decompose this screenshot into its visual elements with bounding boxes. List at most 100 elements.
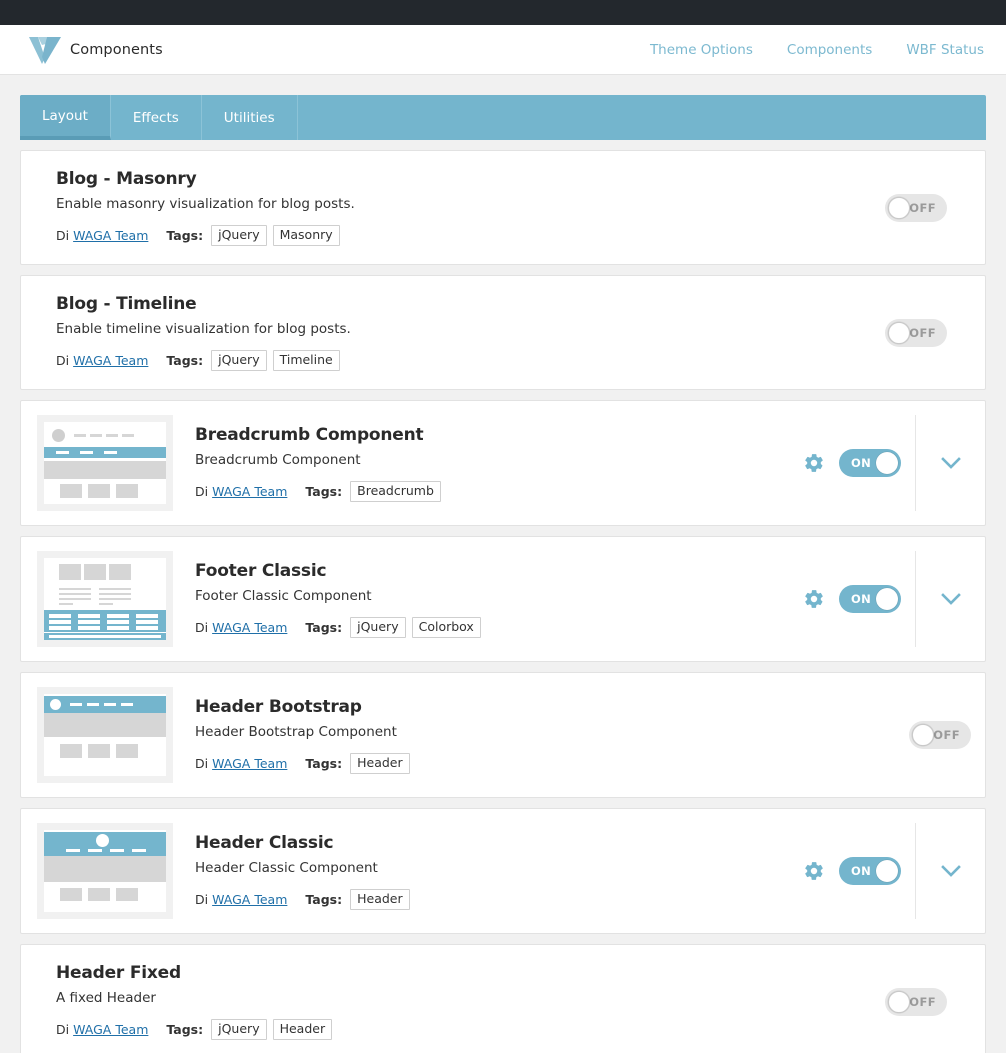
- thumbnail-column: [21, 823, 175, 919]
- brand-header: Components Theme Options Components WBF …: [0, 25, 1006, 75]
- toggle-state-label: OFF: [909, 200, 936, 215]
- author-prefix: Di: [56, 1022, 70, 1037]
- component-title: Header Bootstrap: [195, 697, 362, 717]
- tag-chip[interactable]: jQuery: [211, 350, 267, 371]
- component-description: Header Bootstrap Component: [195, 724, 397, 740]
- thumbnail-preview-footer: [44, 558, 166, 640]
- component-controls: ON: [803, 823, 915, 919]
- component-toggle[interactable]: ON: [839, 449, 901, 477]
- tab-bar: Layout Effects Utilities: [20, 95, 986, 140]
- toggle-knob: [876, 452, 898, 474]
- component-description: Enable masonry visualization for blog po…: [56, 196, 355, 212]
- thumbnail-column: [21, 687, 175, 783]
- component-info: Footer Classic Footer Classic Component …: [175, 551, 803, 647]
- component-thumbnail: [37, 687, 173, 783]
- tag-chip[interactable]: jQuery: [350, 617, 406, 638]
- tag-chip[interactable]: jQuery: [211, 225, 267, 246]
- tag-chip[interactable]: Header: [350, 753, 410, 774]
- component-meta: Di WAGA Team Tags: jQuery Header: [56, 1019, 875, 1040]
- author-link[interactable]: WAGA Team: [212, 756, 287, 771]
- component-description: Breadcrumb Component: [195, 452, 361, 468]
- tag-chip[interactable]: Breadcrumb: [350, 481, 441, 502]
- tag-chip[interactable]: Header: [350, 889, 410, 910]
- component-thumbnail: [37, 551, 173, 647]
- author-link[interactable]: WAGA Team: [212, 484, 287, 499]
- expand-row-button[interactable]: [915, 823, 985, 919]
- tags-label: Tags:: [305, 892, 343, 907]
- component-info: Header Bootstrap Header Bootstrap Compon…: [175, 687, 909, 783]
- component-controls: OFF: [885, 963, 965, 1040]
- tag-chip[interactable]: Masonry: [272, 225, 340, 246]
- component-card: Footer Classic Footer Classic Component …: [20, 536, 986, 662]
- component-title: Header Fixed: [56, 963, 181, 983]
- tab-layout[interactable]: Layout: [20, 95, 111, 140]
- component-list: Blog - Masonry Enable masonry visualizat…: [20, 150, 986, 1053]
- component-meta: Di WAGA Team Tags: Header: [195, 889, 793, 910]
- tag-chip[interactable]: jQuery: [211, 1019, 267, 1040]
- component-info: Blog - Masonry Enable masonry visualizat…: [36, 169, 885, 246]
- tab-utilities[interactable]: Utilities: [202, 95, 298, 140]
- author-link[interactable]: WAGA Team: [73, 228, 148, 243]
- author-prefix: Di: [195, 756, 209, 771]
- toggle-knob: [888, 196, 910, 219]
- expand-row-button[interactable]: [915, 551, 985, 647]
- thumbnail-preview-header-left: [44, 694, 166, 776]
- component-controls: ON: [803, 415, 915, 511]
- component-toggle[interactable]: ON: [839, 585, 901, 613]
- tag-chip[interactable]: Timeline: [272, 350, 340, 371]
- component-description: Footer Classic Component: [195, 588, 372, 604]
- toggle-knob: [888, 321, 910, 344]
- component-title: Breadcrumb Component: [195, 425, 424, 445]
- nav-link-wbf-status[interactable]: WBF Status: [906, 42, 984, 58]
- author-link[interactable]: WAGA Team: [212, 892, 287, 907]
- gear-icon[interactable]: [803, 588, 825, 610]
- tab-effects[interactable]: Effects: [111, 95, 202, 140]
- component-toggle[interactable]: OFF: [909, 721, 971, 749]
- tags-label: Tags:: [305, 756, 343, 771]
- component-thumbnail: [37, 415, 173, 511]
- author-link[interactable]: WAGA Team: [73, 1022, 148, 1037]
- tag-chip[interactable]: Header: [272, 1019, 333, 1040]
- component-info: Breadcrumb Component Breadcrumb Componen…: [175, 415, 803, 511]
- component-card: Header Classic Header Classic Component …: [20, 808, 986, 934]
- component-title: Header Classic: [195, 833, 334, 853]
- expand-row-button[interactable]: [915, 415, 985, 511]
- author-link[interactable]: WAGA Team: [212, 620, 287, 635]
- component-title: Blog - Timeline: [56, 294, 197, 314]
- component-card: Blog - Masonry Enable masonry visualizat…: [20, 150, 986, 265]
- wp-admin-bar: [0, 0, 1006, 25]
- toggle-knob: [876, 588, 898, 610]
- toggle-state-label: ON: [851, 864, 872, 878]
- component-meta: Di WAGA Team Tags: jQuery Masonry: [56, 225, 875, 246]
- toggle-state-label: OFF: [909, 325, 936, 340]
- page-content: Layout Effects Utilities Blog - Masonry …: [0, 75, 1006, 1053]
- component-thumbnail: [37, 823, 173, 919]
- author-prefix: Di: [195, 892, 209, 907]
- chevron-down-icon: [940, 865, 961, 877]
- component-toggle[interactable]: OFF: [885, 318, 947, 347]
- gear-icon[interactable]: [803, 860, 825, 882]
- component-toggle[interactable]: OFF: [885, 987, 947, 1016]
- component-title: Footer Classic: [195, 561, 327, 581]
- component-description: A fixed Header: [56, 990, 156, 1006]
- component-info: Blog - Timeline Enable timeline visualiz…: [36, 294, 885, 371]
- component-info: Header Classic Header Classic Component …: [175, 823, 803, 919]
- top-navigation: Theme Options Components WBF Status: [650, 42, 984, 58]
- tags-label: Tags:: [166, 353, 204, 368]
- component-description: Enable timeline visualization for blog p…: [56, 321, 351, 337]
- toggle-state-label: ON: [851, 456, 872, 470]
- component-toggle[interactable]: OFF: [885, 193, 947, 222]
- author-prefix: Di: [195, 620, 209, 635]
- component-description: Header Classic Component: [195, 860, 378, 876]
- nav-link-theme-options[interactable]: Theme Options: [650, 42, 753, 58]
- author-link[interactable]: WAGA Team: [73, 353, 148, 368]
- tag-chip[interactable]: Colorbox: [411, 617, 481, 638]
- toggle-knob: [888, 990, 910, 1013]
- gear-icon[interactable]: [803, 452, 825, 474]
- author-prefix: Di: [195, 484, 209, 499]
- chevron-down-icon: [940, 457, 961, 469]
- component-toggle[interactable]: ON: [839, 857, 901, 885]
- nav-link-components[interactable]: Components: [787, 42, 872, 58]
- component-meta: Di WAGA Team Tags: jQuery Timeline: [56, 350, 875, 371]
- component-meta: Di WAGA Team Tags: Header: [195, 753, 899, 774]
